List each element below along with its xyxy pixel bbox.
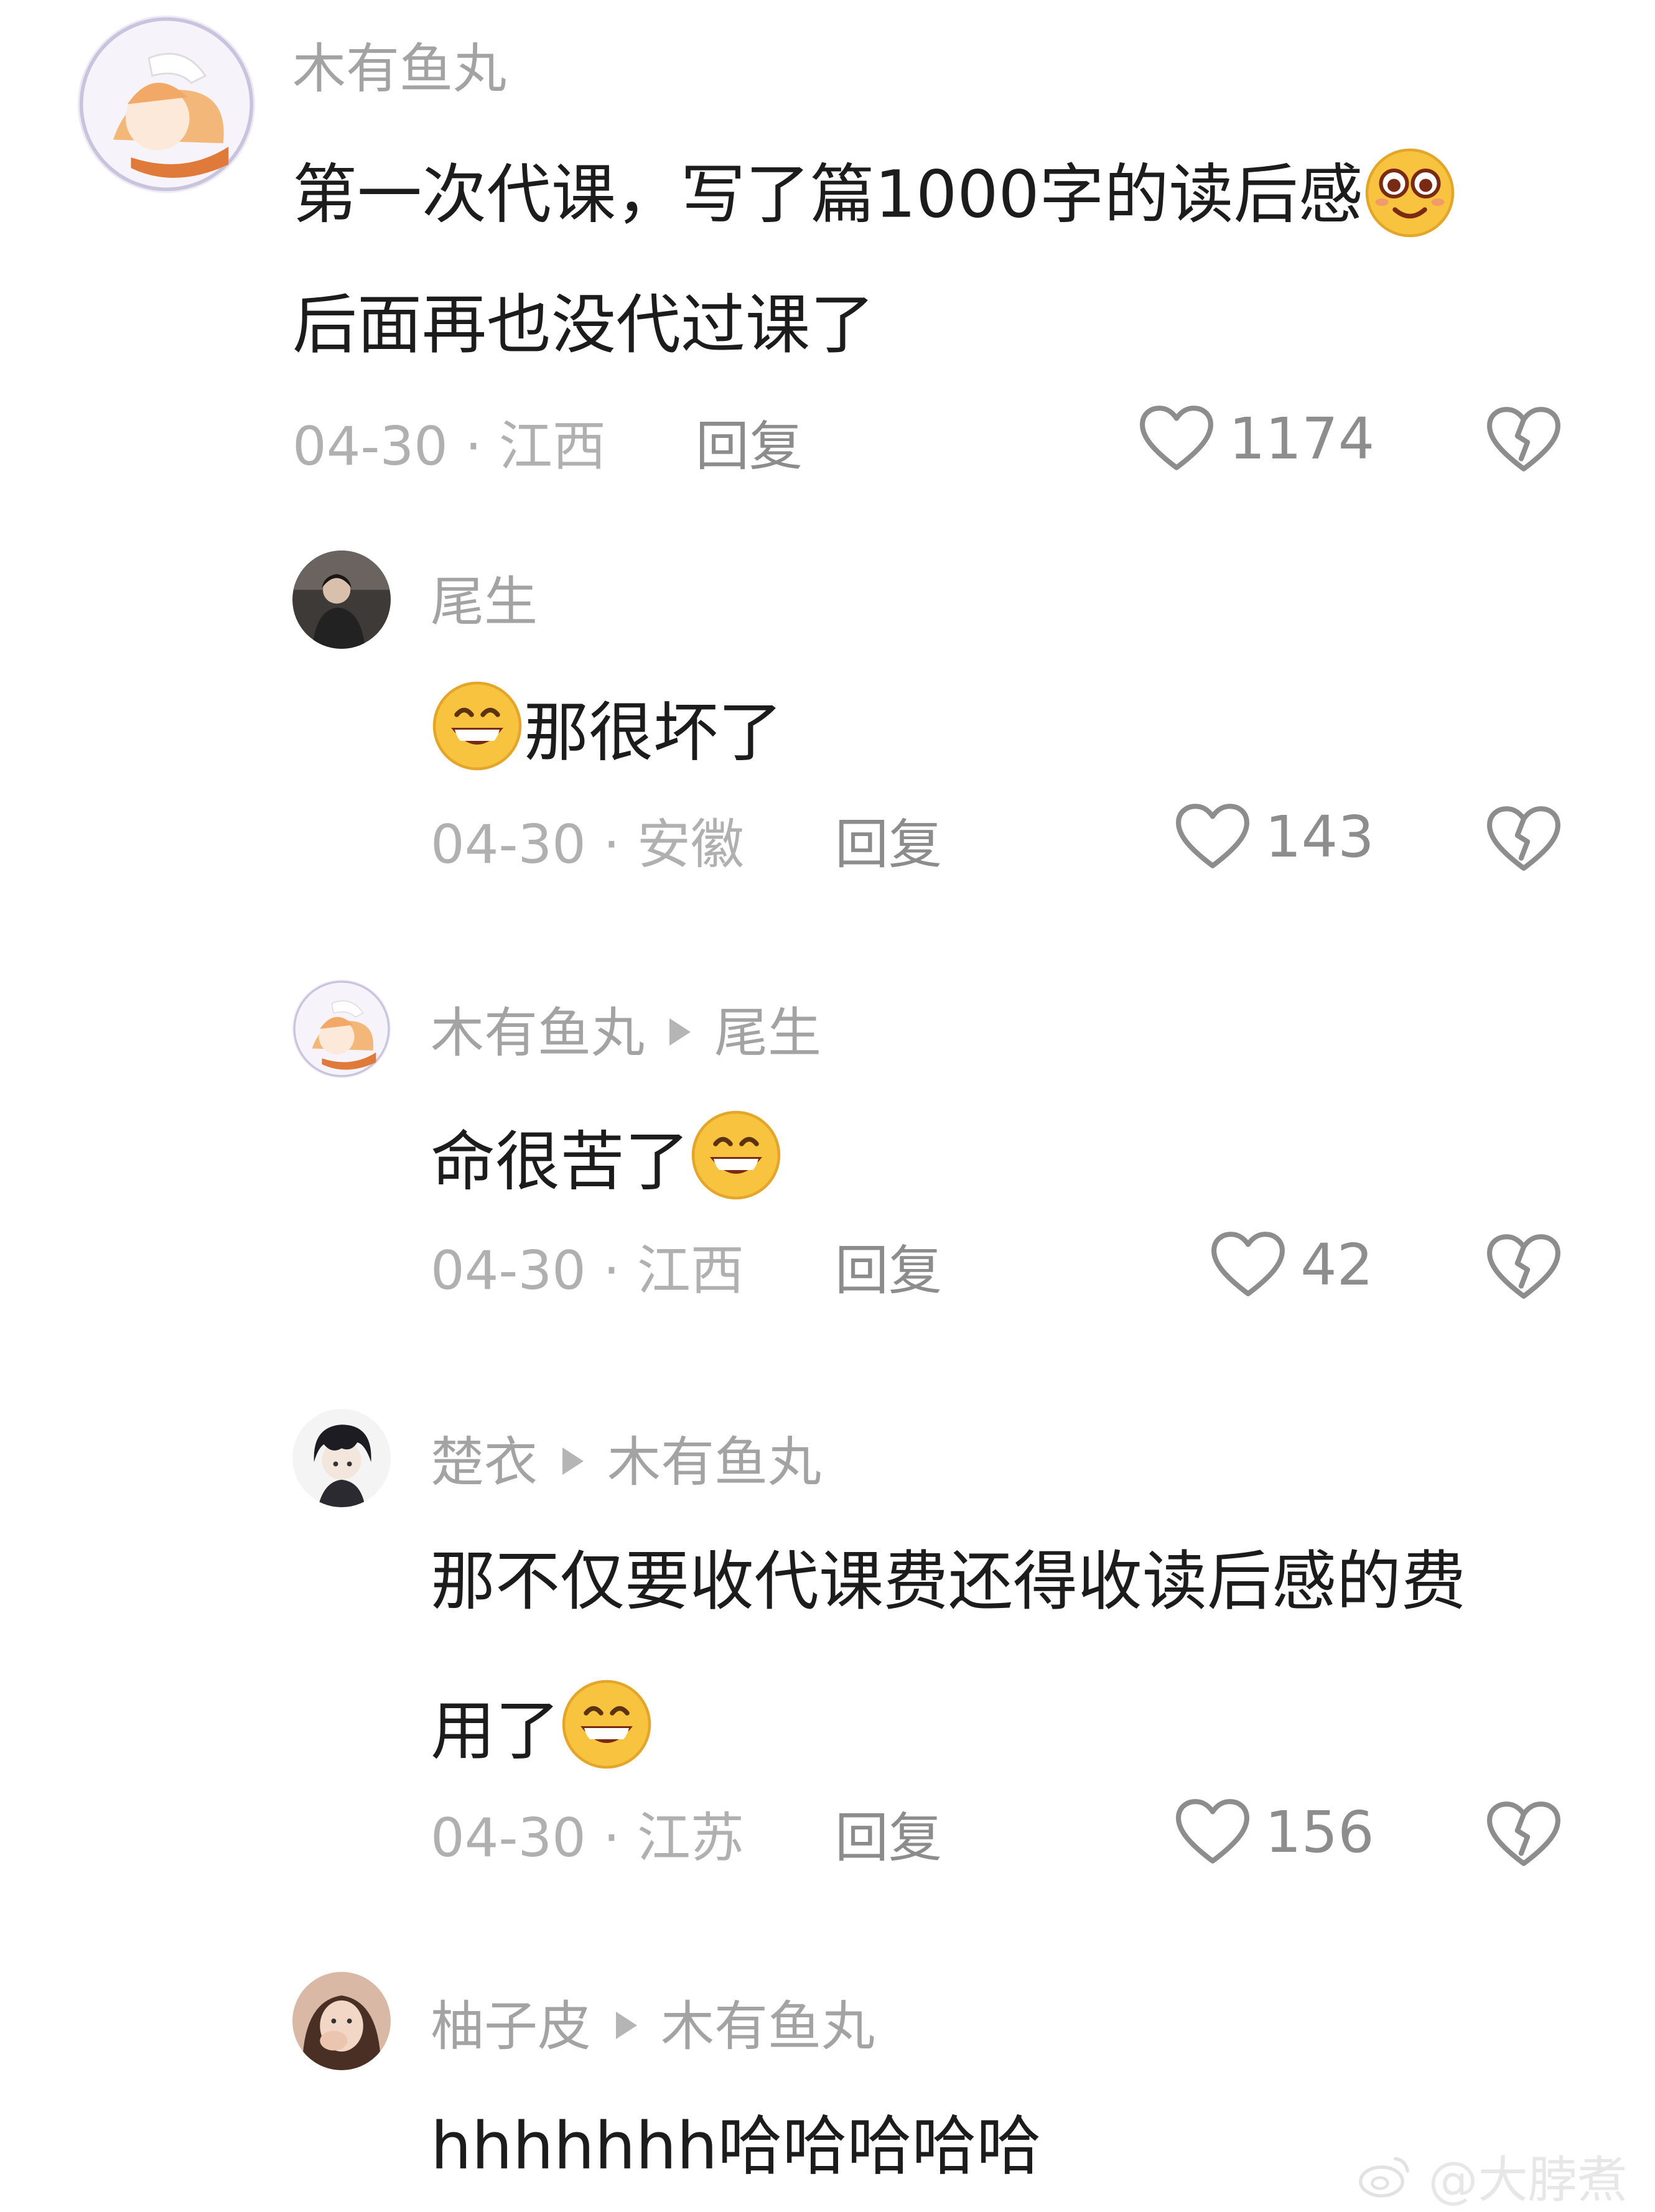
comment-text: 那很坏了 (431, 690, 783, 784)
avatar[interactable] (292, 1409, 391, 1507)
wide-eyed-smile-emoji-icon (1363, 146, 1457, 239)
comment-text-line: 后面再也没代过课了 (292, 287, 875, 363)
reply-button[interactable]: 回复 (835, 1811, 942, 1865)
avatar-anime-icon (78, 16, 255, 193)
comment-text-line: 那不仅要收代课费还得收读后感的费 (431, 1543, 1466, 1619)
watermark-text: @大脖煮 (1428, 2151, 1628, 2209)
broken-heart-icon[interactable] (1486, 1233, 1562, 1303)
avatar[interactable] (292, 980, 391, 1078)
comment-author[interactable]: 楚衣 (431, 1431, 538, 1494)
like-count: 1174 (1229, 406, 1375, 472)
reply-to-author[interactable]: 尾生 (714, 1002, 821, 1064)
comment-date-location: 04-30 · 江苏 (431, 1807, 744, 1869)
avatar-photo-icon (292, 551, 391, 649)
comment-text-line: 用了 (431, 1693, 561, 1769)
avatar-anime-icon (292, 980, 391, 1078)
comment-text-line: 那很坏了 (524, 694, 783, 771)
heart-outline-icon (1175, 802, 1251, 872)
weibo-logo-icon (1359, 2157, 1409, 2198)
heart-outline-icon (1210, 1230, 1286, 1300)
like-count: 156 (1265, 1799, 1374, 1866)
avatar[interactable] (78, 16, 255, 193)
like-count: 143 (1265, 804, 1374, 870)
avatar-anime-boy-icon (292, 1409, 391, 1507)
like-button[interactable]: 1174 (1139, 404, 1374, 474)
grinning-face-emoji-icon (689, 1108, 783, 1202)
avatar-photo-icon (292, 1972, 391, 2070)
grinning-face-emoji-icon (560, 1678, 653, 1771)
reply-to-author[interactable]: 木有鱼丸 (607, 1431, 821, 1494)
comment-author-line: 木有鱼丸 尾生 (431, 1006, 821, 1060)
comment-text-line: 第一次代课，写了篇1000字的读后感 (292, 156, 1363, 233)
comment-text: 用了 (431, 1689, 653, 1782)
broken-heart-icon[interactable] (1486, 1800, 1562, 1870)
triangle-right-icon (562, 1447, 584, 1475)
heart-outline-icon (1139, 404, 1214, 474)
watermark: @大脖煮 (1356, 2140, 1627, 2212)
comment-author[interactable]: 尾生 (431, 575, 538, 629)
comment-author[interactable]: 柚子皮 (431, 1996, 591, 2058)
comment-text-line: 命很苦了 (431, 1123, 690, 1200)
grinning-face-emoji-icon (431, 679, 524, 773)
broken-heart-icon[interactable] (1486, 406, 1562, 475)
heart-outline-icon (1175, 1798, 1251, 1867)
comment-author-line: 楚衣 木有鱼丸 (431, 1436, 821, 1489)
reply-button[interactable]: 回复 (835, 1244, 942, 1298)
comment-text-line: hhhhhhh哈哈哈哈哈 (431, 2108, 1042, 2184)
comment-text: 命很苦了 (431, 1120, 783, 1213)
like-button[interactable]: 156 (1175, 1798, 1374, 1867)
reply-button[interactable]: 回复 (835, 818, 942, 871)
comment-author[interactable]: 木有鱼丸 (292, 42, 506, 96)
comment-text: 第一次代课，写了篇1000字的读后感 (292, 152, 1457, 246)
avatar[interactable] (292, 1972, 391, 2070)
triangle-right-icon (616, 2011, 637, 2039)
comment-date-location: 04-30 · 安徽 (431, 814, 744, 876)
triangle-right-icon (669, 1018, 691, 1046)
like-count: 42 (1300, 1232, 1374, 1298)
like-button[interactable]: 143 (1175, 802, 1374, 872)
reply-to-author[interactable]: 木有鱼丸 (661, 1996, 875, 2058)
comment-author-line: 柚子皮 木有鱼丸 (431, 2000, 875, 2053)
reply-button[interactable]: 回复 (696, 420, 803, 473)
avatar[interactable] (292, 551, 391, 649)
comment-date-location: 04-30 · 江西 (292, 416, 606, 478)
broken-heart-icon[interactable] (1486, 805, 1562, 875)
like-button[interactable]: 42 (1210, 1230, 1373, 1300)
comment-date-location: 04-30 · 江西 (431, 1240, 744, 1302)
comment-author[interactable]: 木有鱼丸 (431, 1002, 645, 1064)
